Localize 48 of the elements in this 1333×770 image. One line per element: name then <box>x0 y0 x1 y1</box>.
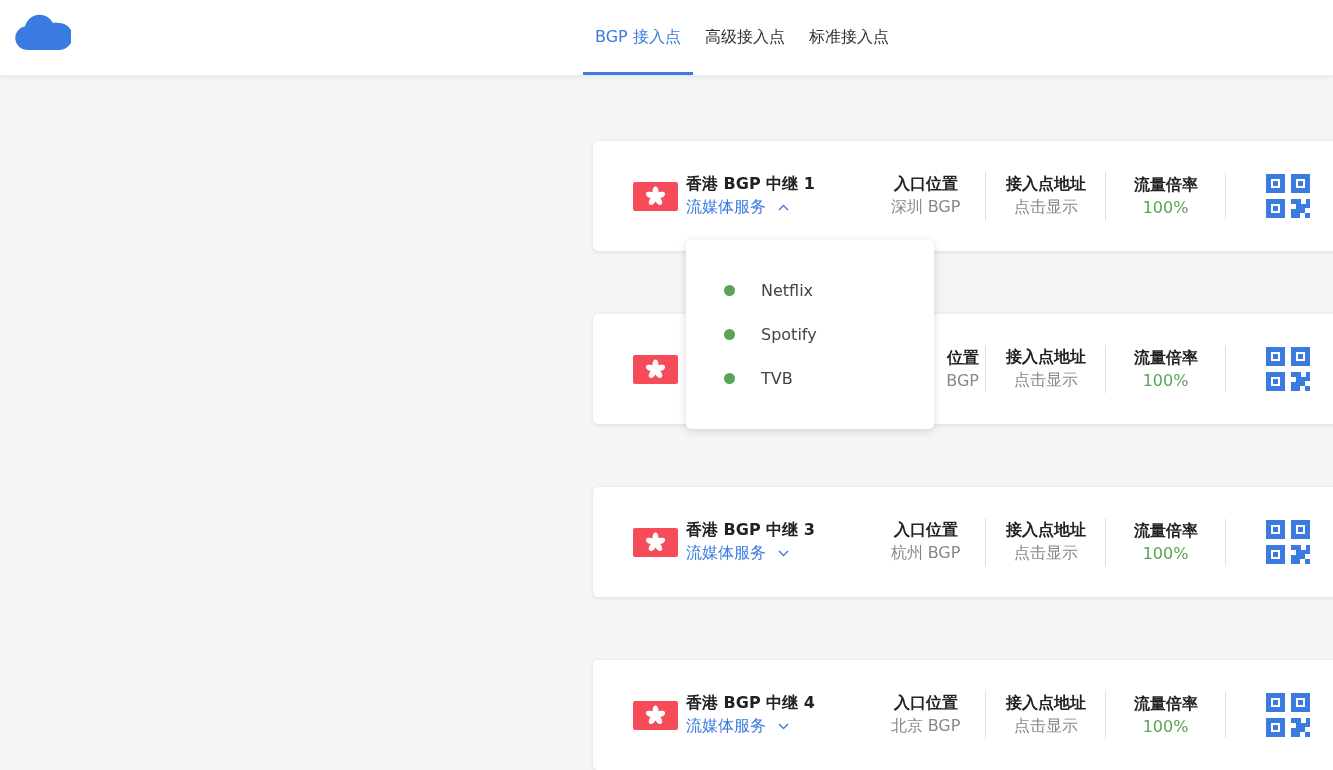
service-name[interactable]: TVB <box>761 369 793 388</box>
stat-label: 入口位置 <box>893 174 958 195</box>
qr-code-icon[interactable] <box>1266 347 1310 391</box>
caret-icon <box>778 723 789 730</box>
relay-name: 香港 BGP 中继 1 <box>686 174 816 195</box>
stat-label: 入口位置 <box>893 520 958 541</box>
stat-value[interactable]: 点击显示 <box>1013 716 1078 737</box>
stat-label: 接入点地址 <box>1005 693 1086 714</box>
qr-code-icon[interactable] <box>1266 520 1310 564</box>
service-name[interactable]: Netflix <box>761 281 814 300</box>
tab[interactable]: 标准接入点 <box>796 0 901 75</box>
service-dropdown[interactable]: 流媒体服务 <box>686 543 866 564</box>
caret-icon <box>778 204 789 211</box>
flag-icon <box>633 354 678 384</box>
service-dropdown[interactable]: 流媒体服务 <box>686 197 866 218</box>
stat-label: 位置 <box>947 348 979 369</box>
stat-value[interactable]: 点击显示 <box>1013 543 1078 564</box>
flag-icon <box>633 700 678 730</box>
service-name[interactable]: Spotify <box>761 325 817 344</box>
stat-label: 流量倍率 <box>1133 694 1198 715</box>
stat-value: 100% <box>1142 717 1189 736</box>
stat-label: 流量倍率 <box>1133 348 1198 369</box>
stat-value[interactable]: 点击显示 <box>1013 370 1078 391</box>
stat-label: 流量倍率 <box>1133 175 1198 196</box>
cloud-logo-icon <box>15 14 71 50</box>
stat-label: 入口位置 <box>893 693 958 714</box>
stat-value: 100% <box>1142 371 1189 390</box>
stat-label: 接入点地址 <box>1005 347 1086 368</box>
stat-label: 接入点地址 <box>1005 174 1086 195</box>
stat-value: BGP <box>946 371 979 390</box>
stat-value[interactable]: 点击显示 <box>1013 197 1078 218</box>
qr-code-icon[interactable] <box>1266 174 1310 218</box>
tab[interactable]: 高级接入点 <box>692 0 797 75</box>
relay-name: 香港 BGP 中继 3 <box>686 520 816 541</box>
stat-value: 杭州 BGP <box>890 543 961 564</box>
stat-value: 100% <box>1142 198 1189 217</box>
stat-value: 100% <box>1142 544 1189 563</box>
flag-icon <box>633 181 678 211</box>
flag-icon <box>633 527 678 557</box>
stat-label: 接入点地址 <box>1005 520 1086 541</box>
service-dropdown[interactable]: 流媒体服务 <box>686 716 866 737</box>
stat-value: 深圳 BGP <box>890 197 961 218</box>
qr-code-icon[interactable] <box>1266 693 1310 737</box>
relay-name: 香港 BGP 中继 4 <box>686 693 816 714</box>
tab[interactable]: BGP 接入点 <box>583 0 693 75</box>
stat-label: 流量倍率 <box>1133 521 1198 542</box>
caret-icon <box>778 550 789 557</box>
stat-value: 北京 BGP <box>890 716 961 737</box>
